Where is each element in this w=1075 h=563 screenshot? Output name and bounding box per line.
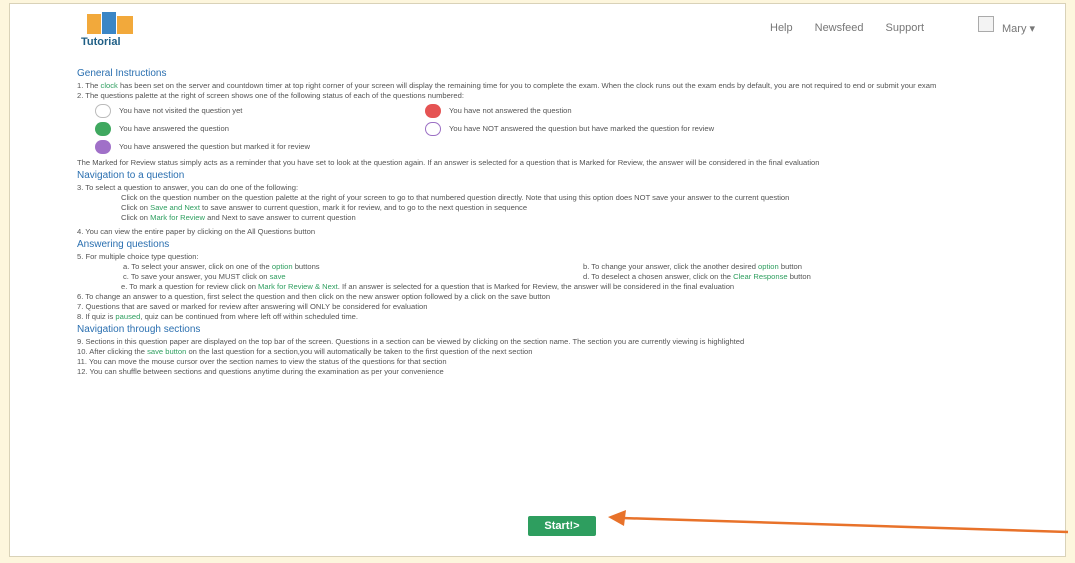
instructions: General Instructions 1. The clock has be… bbox=[77, 66, 1037, 377]
status-legend: You have not visited the question yet Yo… bbox=[95, 104, 1037, 154]
instr-10: 10. After clicking the save button on th… bbox=[77, 347, 533, 356]
instr-3a: Click on the question number on the ques… bbox=[121, 193, 790, 202]
legend-marked-not-answered: You have NOT answered the question but h… bbox=[425, 122, 1045, 136]
start-button[interactable]: Start!> bbox=[528, 516, 596, 536]
logo-text: Tutorial bbox=[81, 36, 121, 48]
instr-5c: c. To save your answer, you MUST click o… bbox=[123, 272, 286, 281]
chevron-down-icon: ▾ bbox=[1029, 23, 1036, 35]
top-nav: Help Newsfeed Support bbox=[770, 22, 924, 34]
instr-6: 6. To change an answer to a question, fi… bbox=[77, 292, 551, 301]
instr-12: 12. You can shuffle between sections and… bbox=[77, 367, 444, 376]
marked-not-answered-icon bbox=[425, 122, 441, 136]
answered-marked-icon bbox=[95, 140, 111, 154]
instr-11: 11. You can move the mouse cursor over t… bbox=[77, 357, 447, 366]
user-menu[interactable]: Mary ▾ bbox=[1002, 22, 1035, 35]
instr-5-options: a. To select your answer, click on one o… bbox=[77, 262, 1037, 282]
instr-3b: Click on Save and Next to save answer to… bbox=[121, 203, 528, 212]
nav-heading: Navigation to a question bbox=[77, 170, 185, 181]
instr-5b: b. To change your answer, click the anot… bbox=[583, 262, 802, 271]
instr-3: 3. To select a question to answer, you c… bbox=[77, 183, 299, 192]
answered-icon bbox=[95, 122, 111, 136]
instr-5d: d. To deselect a chosen answer, click on… bbox=[583, 272, 811, 281]
logo-icon bbox=[87, 12, 133, 34]
logo[interactable]: Tutorial bbox=[81, 12, 141, 50]
avatar-icon[interactable] bbox=[978, 16, 994, 32]
nav-help[interactable]: Help bbox=[770, 22, 793, 34]
instr-5: 5. For multiple choice type question: bbox=[77, 252, 199, 261]
not-answered-icon bbox=[425, 104, 441, 118]
sections-heading: Navigation through sections bbox=[77, 324, 201, 335]
instr-9: 9. Sections in this question paper are d… bbox=[77, 337, 745, 346]
legend-answered: You have answered the question bbox=[95, 122, 425, 136]
instr-2: 2. The questions palette at the right of… bbox=[77, 91, 464, 100]
legend-answered-marked: You have answered the question but marke… bbox=[95, 140, 425, 154]
pointer-arrow-icon bbox=[608, 510, 1069, 534]
instr-7: 7. Questions that are saved or marked fo… bbox=[77, 302, 428, 311]
instr-5a: a. To select your answer, click on one o… bbox=[123, 262, 320, 271]
instr-5e: e. To mark a question for review click o… bbox=[121, 282, 735, 291]
nav-support[interactable]: Support bbox=[886, 22, 925, 34]
instr-3c: Click on Mark for Review and Next to sav… bbox=[121, 213, 356, 222]
ans-heading: Answering questions bbox=[77, 239, 170, 250]
instr-1: 1. The clock has been set on the server … bbox=[77, 81, 937, 90]
legend-not-answered: You have not answered the question bbox=[425, 104, 1045, 118]
nav-newsfeed[interactable]: Newsfeed bbox=[815, 22, 864, 34]
not-visited-icon bbox=[95, 104, 111, 118]
marked-note: The Marked for Review status simply acts… bbox=[77, 158, 820, 167]
user-name: Mary bbox=[1002, 23, 1027, 35]
legend-not-visited: You have not visited the question yet bbox=[95, 104, 425, 118]
general-heading: General Instructions bbox=[77, 68, 167, 79]
instr-8: 8. If quiz is paused, quiz can be contin… bbox=[77, 312, 359, 321]
instr-4: 4. You can view the entire paper by clic… bbox=[77, 227, 316, 236]
